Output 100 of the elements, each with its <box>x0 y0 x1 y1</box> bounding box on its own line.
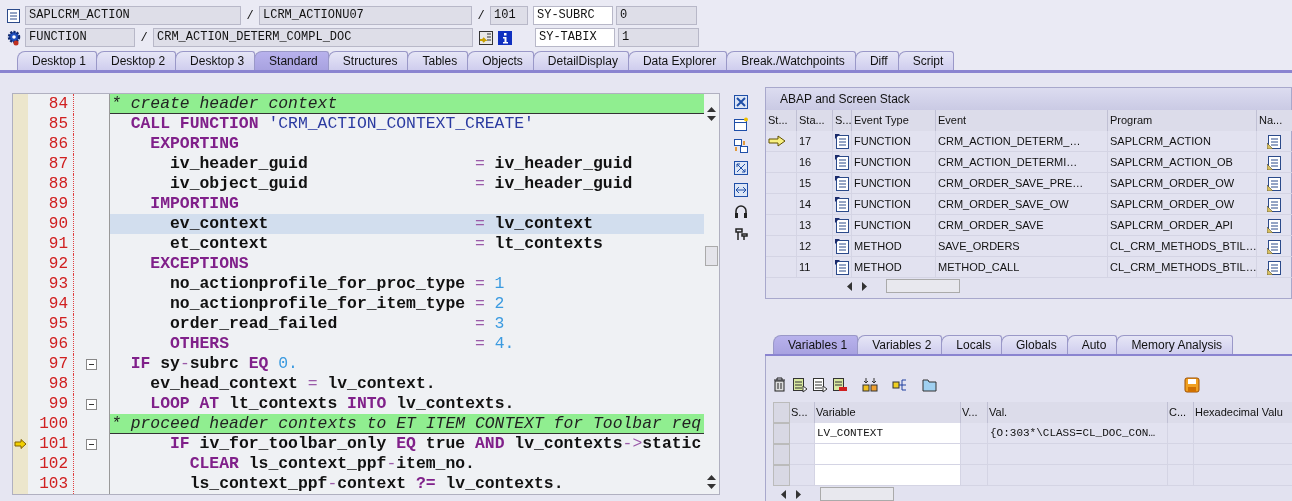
program-field[interactable]: SAPLCRM_ACTION <box>25 6 241 25</box>
system-value-field[interactable]: 1 <box>618 28 699 47</box>
tab[interactable]: Data Explorer <box>627 51 728 70</box>
table-cell[interactable]: METHOD_CALL <box>936 257 1108 278</box>
collapse-icon[interactable] <box>86 438 97 450</box>
folder-icon[interactable] <box>922 376 938 393</box>
swap-icon[interactable] <box>734 139 749 153</box>
document-icon[interactable] <box>1267 196 1282 212</box>
tab[interactable]: Objects <box>467 51 534 70</box>
scroll-up-icon[interactable] <box>707 106 717 112</box>
new-window-icon[interactable] <box>734 117 749 131</box>
column-header[interactable]: Sta... <box>797 110 833 131</box>
document-icon[interactable] <box>1267 154 1282 170</box>
table-cell[interactable]: CRM_ORDER_SAVE_OW <box>936 194 1108 215</box>
tab[interactable]: Variables 1 <box>773 335 859 354</box>
table-cell[interactable] <box>815 444 961 465</box>
column-header[interactable]: Hexadecimal Valu <box>1194 402 1292 423</box>
line-number: 94 <box>28 294 74 314</box>
tab[interactable]: Script <box>897 51 955 70</box>
scroll-thumb[interactable] <box>886 279 960 293</box>
scroll-up-icon[interactable] <box>707 474 717 480</box>
column-header[interactable]: St... <box>766 110 797 131</box>
column-header[interactable]: Event <box>936 110 1108 131</box>
tab[interactable]: DetailDisplay <box>532 51 629 70</box>
document-icon[interactable] <box>6 7 22 24</box>
tab[interactable]: Diff <box>854 51 899 70</box>
table-cell[interactable]: CRM_ORDER_SAVE_PRE… <box>936 173 1108 194</box>
tab[interactable]: Variables 2 <box>857 335 943 354</box>
document-icon[interactable] <box>1267 238 1282 254</box>
info-icon[interactable] <box>497 29 513 46</box>
close-icon[interactable] <box>734 95 749 109</box>
system-variable-field[interactable]: SY-TABIX <box>535 28 615 47</box>
list-icon[interactable] <box>812 376 828 393</box>
code-line: no_actionprofile_for_proc_type = 1 <box>169 274 506 294</box>
table-cell[interactable]: LV_CONTEXT <box>815 423 961 444</box>
document-icon[interactable] <box>1267 133 1282 149</box>
tab[interactable]: Desktop 1 <box>17 51 98 70</box>
scroll-left-icon[interactable] <box>780 489 786 499</box>
tab[interactable]: Desktop 2 <box>96 51 177 70</box>
table-cell[interactable]: SAVE_ORDERS <box>936 236 1108 257</box>
scroll-right-icon[interactable] <box>862 281 868 291</box>
scroll-right-icon[interactable] <box>796 489 802 499</box>
system-variable-field[interactable]: SY-SUBRC <box>533 6 613 25</box>
width-icon[interactable] <box>734 183 749 197</box>
table-cell[interactable]: CRM_ACTION_DETERM_… <box>936 131 1108 152</box>
line-number: 91 <box>28 234 74 254</box>
gear-icon[interactable] <box>6 29 22 46</box>
table-cell: METHOD <box>852 236 936 257</box>
table-cell: 17 <box>797 131 833 152</box>
tab[interactable]: Break./Watchpoints <box>726 51 856 70</box>
collapse-icon[interactable] <box>86 358 97 370</box>
column-header[interactable]: S... <box>833 110 852 131</box>
tab[interactable]: Auto <box>1066 335 1118 354</box>
document-icon[interactable] <box>1267 217 1282 233</box>
table-cell[interactable]: CRM_ACTION_DETERMI… <box>936 152 1108 173</box>
list-remove-icon[interactable] <box>832 376 848 393</box>
scroll-down-icon[interactable] <box>707 484 717 490</box>
tab[interactable]: Tables <box>407 51 469 70</box>
document-icon[interactable] <box>1267 259 1282 275</box>
tab[interactable]: Memory Analysis <box>1116 335 1234 354</box>
line-field[interactable]: 101 <box>490 6 528 25</box>
collapse-icon[interactable] <box>86 398 97 410</box>
event-type-field[interactable]: FUNCTION <box>25 28 135 47</box>
system-value-field[interactable]: 0 <box>616 6 697 25</box>
scroll-thumb[interactable] <box>820 487 894 501</box>
table-cell: 14 <box>797 194 833 215</box>
tab[interactable]: Standard <box>254 51 329 70</box>
column-header[interactable]: Na... <box>1257 110 1292 131</box>
tab[interactable]: Desktop 3 <box>175 51 256 70</box>
scroll-down-icon[interactable] <box>707 116 717 122</box>
table-cell[interactable]: CRM_ORDER_SAVE <box>936 215 1108 236</box>
tab[interactable]: Globals <box>1001 335 1068 354</box>
document-icon[interactable] <box>1267 175 1282 191</box>
column-header[interactable]: Program <box>1108 110 1257 131</box>
branch-icon[interactable] <box>892 376 908 393</box>
column-header[interactable]: V... <box>961 402 988 423</box>
tab[interactable]: Structures <box>327 51 409 70</box>
tools-icon[interactable] <box>734 227 749 241</box>
trash-icon[interactable] <box>772 376 788 393</box>
code-editor[interactable] <box>12 93 721 495</box>
save-icon[interactable] <box>1184 376 1200 393</box>
table-cell[interactable] <box>815 465 961 486</box>
column-header[interactable]: Val. <box>988 402 1168 423</box>
tab[interactable]: Locals <box>941 335 1002 354</box>
scroll-left-icon[interactable] <box>846 281 852 291</box>
include-field[interactable]: LCRM_ACTIONU07 <box>259 6 472 25</box>
table-cell: CL_CRM_METHODS_BTIL… <box>1108 257 1257 278</box>
boxes-icon[interactable] <box>862 376 878 393</box>
column-header[interactable]: S... <box>790 402 815 423</box>
scroll-thumb[interactable] <box>705 246 719 266</box>
code-line: IMPORTING <box>149 194 240 214</box>
headset-icon[interactable] <box>734 205 749 219</box>
column-header[interactable]: Variable <box>815 402 961 423</box>
line-number: 96 <box>28 334 74 354</box>
event-field[interactable]: CRM_ACTION_DETERM_COMPL_DOC <box>153 28 473 47</box>
maximize-icon[interactable] <box>734 161 749 175</box>
table-cell: FUNCTION <box>852 215 936 236</box>
column-header[interactable]: Event Type <box>852 110 936 131</box>
list-icon[interactable] <box>792 376 808 393</box>
column-header[interactable]: C... <box>1168 402 1194 423</box>
